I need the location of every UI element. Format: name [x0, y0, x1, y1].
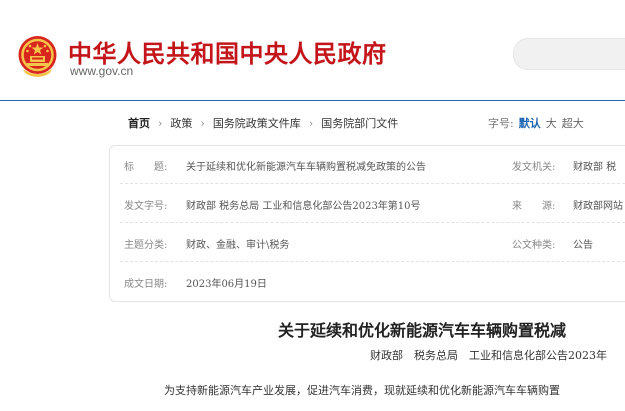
topic-value: 财政、金融、审计\税务 — [186, 240, 290, 251]
search-input[interactable] — [513, 38, 625, 70]
row-divider — [120, 222, 625, 224]
breadcrumb-policy[interactable]: 政策 — [170, 115, 192, 131]
date-value: 2023年06月19日 — [186, 279, 267, 290]
header-divider — [0, 100, 625, 101]
font-size-label: 字号: — [488, 117, 514, 130]
font-size-large-option[interactable]: 大 — [546, 117, 557, 130]
source-label: 来 源: — [512, 201, 556, 212]
info-row-topic: 主题分类: 财政、金融、审计\税务 公文种类: 公告 — [110, 225, 625, 261]
date-label: 成文日期: — [124, 279, 168, 290]
document-title: 关于延续和优化新能源汽车车辆购置税减 — [278, 321, 567, 340]
row-divider — [120, 183, 625, 185]
title-value: 关于延续和优化新能源汽车车辆购置税减免政策的公告 — [186, 162, 426, 173]
font-size-switcher: 字号: 默认大超大 — [488, 115, 584, 131]
info-row-title: 标 题: 关于延续和优化新能源汽车车辆购置税减免政策的公告 发文机关: 财政部 … — [110, 147, 625, 183]
font-size-default-option[interactable]: 默认 — [519, 117, 541, 130]
breadcrumb: 首页 › 政策 › 国务院政策文件库 › 国务院部门文件 — [128, 115, 398, 131]
breadcrumb-home[interactable]: 首页 — [128, 115, 150, 131]
font-size-xlarge-option[interactable]: 超大 — [562, 117, 584, 130]
site-url[interactable]: www.gov.cn — [70, 64, 133, 78]
breadcrumb-policy-library[interactable]: 国务院政策文件库 — [213, 115, 301, 131]
issuer-value: 财政部 税 — [573, 162, 617, 173]
breadcrumb-separator: › — [308, 117, 314, 130]
document-info-panel: 标 题: 关于延续和优化新能源汽车车辆购置税减免政策的公告 发文机关: 财政部 … — [109, 145, 625, 302]
breadcrumb-department-docs[interactable]: 国务院部门文件 — [321, 115, 398, 131]
info-row-doc-number: 发文字号: 财政部 税务总局 工业和信息化部公告2023年第10号 来 源: 财… — [110, 186, 625, 222]
document-body-text: 为支持新能源汽车产业发展，促进汽车消费，现就延续和优化新能源汽车车辆购置 — [164, 384, 560, 397]
title-label: 标 题: — [124, 162, 168, 173]
info-row-date: 成文日期: 2023年06月19日 — [110, 264, 625, 300]
national-emblem-icon[interactable] — [17, 35, 58, 78]
issuer-label: 发文机关: — [512, 162, 556, 173]
doc-type-value: 公告 — [573, 240, 593, 251]
breadcrumb-separator: › — [158, 117, 163, 130]
doc-number-value: 财政部 税务总局 工业和信息化部公告2023年第10号 — [186, 201, 421, 212]
document-number: 财政部 税务总局 工业和信息化部公告2023年 — [370, 349, 607, 362]
row-divider — [120, 261, 625, 263]
site-header: 中华人民共和国中央人民政府 www.gov.cn — [0, 0, 625, 100]
topic-label: 主题分类: — [124, 240, 168, 251]
source-value: 财政部网站 — [573, 201, 623, 212]
doc-type-label: 公文种类: — [512, 240, 556, 251]
doc-number-label: 发文字号: — [124, 201, 168, 212]
breadcrumb-separator: › — [200, 117, 205, 130]
